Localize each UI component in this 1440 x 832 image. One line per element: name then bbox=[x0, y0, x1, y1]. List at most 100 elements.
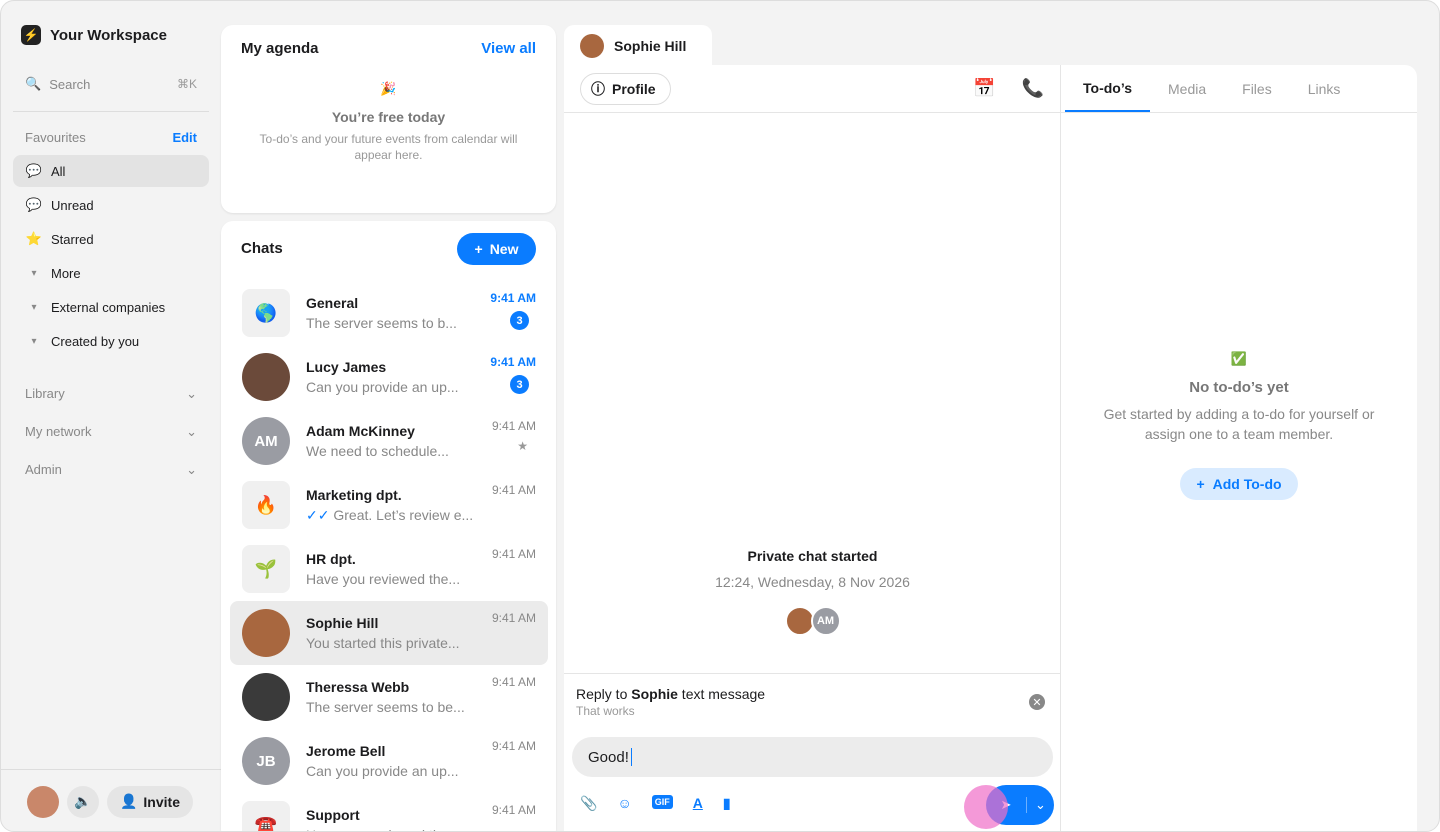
close-reply-icon[interactable]: ✕ bbox=[1029, 694, 1045, 710]
avatar: AM bbox=[242, 417, 290, 465]
avatar: 🌱 bbox=[242, 545, 290, 593]
chat-name: Lucy James bbox=[306, 359, 387, 375]
reply-name: Sophie bbox=[631, 686, 678, 702]
workspace-switcher[interactable]: ⚡ Your Workspace bbox=[21, 25, 167, 45]
view-all-link[interactable]: View all bbox=[481, 40, 536, 57]
poll-icon[interactable]: ▮ bbox=[723, 795, 731, 812]
chat-list-item[interactable]: JB Jerome Bell Can you provide an up... 9:4… bbox=[230, 729, 548, 793]
chat-list-item[interactable]: 🌱 HR dpt. Have you reviewed the... 9:41 AM bbox=[230, 537, 548, 601]
new-chat-button[interactable]: + New bbox=[457, 233, 536, 265]
party-icon: 🎉 bbox=[380, 81, 397, 96]
chat-list-item[interactable]: Sophie Hill You started this private... 9:… bbox=[230, 601, 548, 665]
chat-time: 9:41 AM bbox=[491, 675, 536, 689]
chat-list-item[interactable]: ☎️ Support Have you reviewed the... 9:41 AM bbox=[230, 793, 548, 831]
chat-list-item[interactable]: 🔥 Marketing dpt. ✓✓ Great. Let’s review e.… bbox=[230, 473, 548, 537]
section-my-network[interactable]: My network ⌄ bbox=[25, 424, 197, 440]
conversation-panel: ⓘ Profile 📅 📞 Private chat started 12:24, … bbox=[564, 65, 1417, 831]
unread-badge: 3 bbox=[510, 311, 529, 330]
gif-icon[interactable]: GIF bbox=[651, 795, 673, 809]
tab-media[interactable]: Media bbox=[1150, 65, 1224, 112]
chat-time: 9:41 AM bbox=[491, 611, 536, 625]
section-label: Library bbox=[25, 386, 65, 401]
tab-links[interactable]: Links bbox=[1290, 65, 1359, 112]
profile-button[interactable]: ⓘ Profile bbox=[580, 72, 671, 105]
sidebar-item-more[interactable]: ▾ More bbox=[13, 257, 209, 289]
tab-todos[interactable]: To-do’s bbox=[1065, 65, 1150, 112]
chat-preview: The server seems to be... bbox=[306, 699, 465, 715]
user-avatar[interactable] bbox=[27, 785, 59, 818]
calendar-add-icon[interactable]: 📅 bbox=[973, 78, 995, 99]
search-label: Search bbox=[49, 76, 91, 92]
reply-prefix: Reply to bbox=[576, 686, 632, 702]
phone-icon[interactable]: 📞 bbox=[1022, 78, 1044, 99]
chat-list-item[interactable]: Theressa Webb The server seems to be... 9:… bbox=[230, 665, 548, 729]
chat-time: 9:41 AM bbox=[491, 739, 536, 753]
details-pane: To-do’s Media Files Links ✅ No to-do’s y… bbox=[1061, 65, 1417, 831]
search-button[interactable]: 🔍 Search ⌘K bbox=[25, 76, 197, 92]
sidebar-item-label: All bbox=[51, 163, 66, 179]
caret-down-icon: ▾ bbox=[31, 267, 37, 279]
chat-list-item[interactable]: Lucy James Can you provide an up... 9:41 A… bbox=[230, 345, 548, 409]
chat-list-item[interactable]: 🌎 General The server seems to b... 9:41 AM 3 bbox=[230, 281, 548, 345]
add-todo-button[interactable]: + Add To-do bbox=[1180, 468, 1298, 500]
sidebar-item-label: External companies bbox=[51, 299, 166, 315]
reply-preview: Reply to Sophie text message That works … bbox=[564, 673, 1061, 730]
todos-empty-text: Get started by adding a to-do for yourse… bbox=[1103, 406, 1375, 442]
attach-icon[interactable]: 📎 bbox=[580, 795, 597, 812]
text-caret bbox=[630, 748, 632, 766]
chat-preview: Can you provide an up... bbox=[306, 379, 459, 395]
todos-empty-title: No to-do’s yet bbox=[1189, 379, 1289, 396]
send-options-chevron-icon[interactable]: ⌄ bbox=[1026, 797, 1054, 813]
emoji-icon[interactable]: ☺ bbox=[617, 795, 631, 812]
sidebar-item-starred[interactable]: ⭐ Starred bbox=[13, 223, 209, 255]
info-icon: ⓘ bbox=[591, 80, 605, 97]
audio-button[interactable]: 🔈 bbox=[67, 785, 99, 818]
chat-time: 9:41 AM bbox=[490, 291, 536, 305]
sidebar-item-all[interactable]: 💬 All bbox=[13, 155, 209, 187]
message-input[interactable]: Good! bbox=[572, 737, 1053, 777]
new-chat-label: New bbox=[489, 241, 519, 257]
edit-favourites-button[interactable]: Edit bbox=[172, 130, 197, 145]
invite-label: Invite bbox=[143, 793, 180, 810]
chat-name: Jerome Bell bbox=[306, 743, 386, 759]
avatar: 🔥 bbox=[242, 481, 290, 529]
chat-time: 9:41 AM bbox=[491, 803, 536, 817]
text-format-icon[interactable]: A bbox=[693, 795, 703, 812]
chat-name: General bbox=[306, 295, 359, 311]
chat-preview: Have you reviewed the... bbox=[306, 827, 460, 831]
chat-time: 9:41 AM bbox=[490, 355, 536, 369]
invite-button[interactable]: 👤 Invite bbox=[107, 785, 193, 818]
chat-time: 9:41 AM bbox=[491, 547, 536, 561]
tab-sophie-hill[interactable]: Sophie Hill bbox=[564, 25, 712, 67]
message-input-value: Good! bbox=[588, 748, 629, 766]
section-admin[interactable]: Admin ⌄ bbox=[25, 462, 197, 478]
started-title: Private chat started bbox=[747, 548, 878, 564]
reply-quote: That works bbox=[576, 704, 635, 718]
chat-preview: Have you reviewed the... bbox=[306, 571, 461, 587]
add-user-icon: 👤 bbox=[119, 793, 138, 809]
star-icon: ⭐ bbox=[25, 231, 43, 246]
sidebar-item-unread[interactable]: 💬 Unread bbox=[13, 189, 209, 221]
sidebar-item-external-companies[interactable]: ▾ External companies bbox=[13, 291, 209, 323]
chat-name: Marketing dpt. bbox=[306, 486, 402, 503]
avatar bbox=[242, 353, 290, 401]
chats-title: Chats bbox=[241, 240, 283, 257]
workspace-logo-icon: ⚡ bbox=[21, 25, 41, 45]
avatar bbox=[580, 34, 604, 58]
profile-label: Profile bbox=[612, 80, 656, 97]
section-library[interactable]: Library ⌄ bbox=[25, 386, 197, 402]
tab-files[interactable]: Files bbox=[1224, 65, 1290, 112]
read-check-icon: ✓✓ bbox=[306, 506, 334, 523]
chat-preview: You started this private... bbox=[306, 635, 460, 651]
chat-name: Theressa Webb bbox=[306, 679, 410, 695]
section-label: Admin bbox=[25, 462, 62, 477]
sidebar-item-label: Unread bbox=[51, 197, 94, 213]
plus-icon: + bbox=[1196, 476, 1205, 492]
avatar: ☎️ bbox=[242, 801, 290, 831]
chat-name: Sophie Hill bbox=[306, 615, 379, 631]
sidebar-item-created-by-you[interactable]: ▾ Created by you bbox=[13, 325, 209, 357]
agenda-card: My agenda View all 🎉 You’re free today To-… bbox=[221, 25, 556, 213]
plus-icon: + bbox=[474, 241, 483, 257]
chat-list-item[interactable]: AM Adam McKinney We need to schedule... 9:4… bbox=[230, 409, 548, 473]
chats-card: Chats + New 🌎 General The server seems to b… bbox=[221, 221, 556, 831]
